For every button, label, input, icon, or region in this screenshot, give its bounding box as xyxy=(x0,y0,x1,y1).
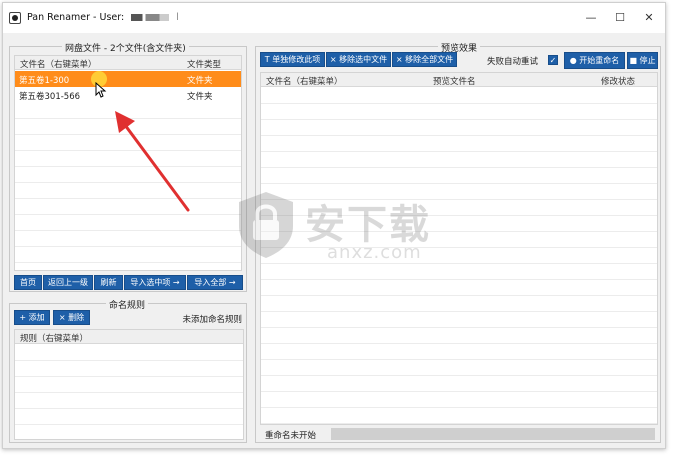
mouse-cursor-icon xyxy=(95,82,107,98)
column-header-rule[interactable]: 规则（右键菜单） xyxy=(20,332,88,344)
column-header-preview[interactable]: 预览文件名 xyxy=(433,75,476,87)
go-up-button[interactable]: 返回上一级 xyxy=(43,275,93,290)
title-bar: Pan Renamer - User: l — ☐ ✕ xyxy=(3,3,665,33)
column-header-filetype[interactable]: 文件类型 xyxy=(187,58,221,70)
column-header-status[interactable]: 修改状态 xyxy=(601,75,635,87)
netdisk-list-header: 文件名（右键菜单） 文件类型 xyxy=(15,56,241,70)
file-row-type: 文件夹 xyxy=(187,76,213,86)
start-rename-button[interactable]: ● 开始重命名 xyxy=(564,52,625,69)
user-suffix: l xyxy=(176,12,179,23)
close-button[interactable]: ✕ xyxy=(635,9,663,27)
stop-button[interactable]: ■ 停止 xyxy=(627,52,658,69)
rename-status-bar: 重命名未开始 xyxy=(263,427,658,441)
minimize-button[interactable]: — xyxy=(577,9,605,27)
preview-list-header: 文件名（右键菜单） 预览文件名 修改状态 xyxy=(261,73,657,87)
column-header-filename[interactable]: 文件名（右键菜单） xyxy=(266,75,343,87)
file-row-name: 第五卷301-566 xyxy=(19,92,81,102)
import-selected-button[interactable]: 导入选中项 → xyxy=(124,275,186,290)
annotation-arrow-icon xyxy=(115,111,190,212)
rules-status-text: 未添加命名规则 xyxy=(182,315,242,325)
file-row[interactable]: 第五卷301-566 文件夹 xyxy=(15,87,241,103)
netdisk-panel-legend: 网盘文件 - 2个文件(含文件夹) xyxy=(62,41,189,54)
rules-list[interactable]: 规则（右键菜单） xyxy=(14,329,244,440)
remove-selected-button[interactable]: × 移除选中文件 xyxy=(326,52,391,67)
user-name-redacted xyxy=(131,14,170,21)
maximize-button[interactable]: ☐ xyxy=(606,9,634,27)
edit-single-button[interactable]: T 单独修改此项 xyxy=(260,52,325,67)
refresh-button[interactable]: 刷新 xyxy=(94,275,123,290)
home-button[interactable]: 首页 xyxy=(14,275,42,290)
window-title: Pan Renamer - User: l xyxy=(27,12,179,23)
auto-retry-checkbox[interactable]: ✓ xyxy=(548,55,558,65)
list-gridlines xyxy=(15,345,243,439)
remove-all-button[interactable]: × 移除全部文件 xyxy=(392,52,457,67)
watermark-sub: anxz.com xyxy=(327,242,422,263)
column-header-filename[interactable]: 文件名（右键菜单） xyxy=(20,58,97,70)
rules-list-header: 规则（右键菜单） xyxy=(15,330,243,344)
app-logo-icon xyxy=(9,12,21,24)
rename-progress-bar xyxy=(331,428,655,440)
check-icon: ✓ xyxy=(549,56,557,65)
rules-panel-legend: 命名规则 xyxy=(106,298,149,311)
naming-rules-panel: 命名规则 + 添加 × 删除 未添加命名规则 规则（右键菜单） xyxy=(9,298,247,443)
delete-rule-button[interactable]: × 删除 xyxy=(53,310,90,325)
file-row-name: 第五卷1-300 xyxy=(19,76,70,86)
shield-lock-icon xyxy=(239,192,293,258)
rename-status-text: 重命名未开始 xyxy=(265,431,317,441)
import-all-button[interactable]: 导入全部 → xyxy=(187,275,243,290)
add-rule-button[interactable]: + 添加 xyxy=(14,310,50,325)
app-window: Pan Renamer - User: l — ☐ ✕ 网盘文件 - 2个文件(… xyxy=(2,2,666,449)
file-row[interactable]: 第五卷1-300 文件夹 xyxy=(15,71,241,87)
window-title-label: Pan Renamer - User: xyxy=(27,12,125,23)
file-row-type: 文件夹 xyxy=(187,92,213,102)
watermark: 安下载 anxz.com xyxy=(235,190,467,270)
auto-retry-label: 失败自动重试 xyxy=(487,57,539,67)
